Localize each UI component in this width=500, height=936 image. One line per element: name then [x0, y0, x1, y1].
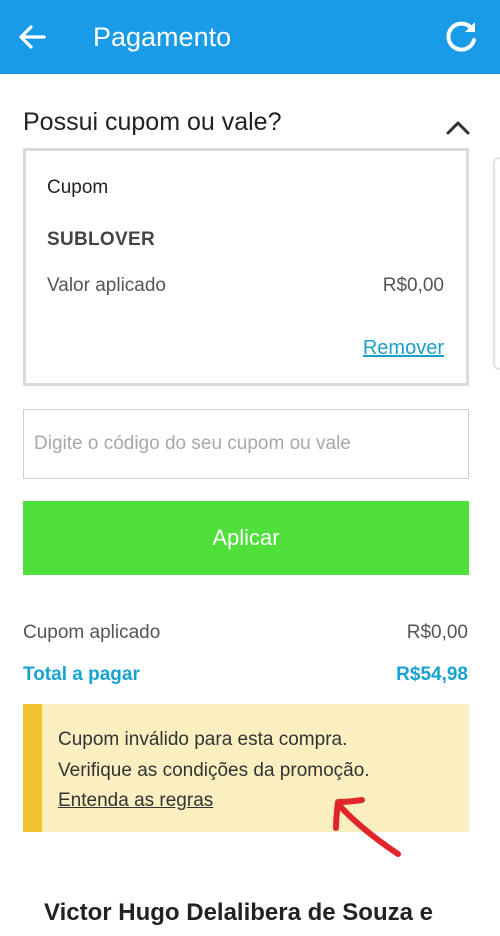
apply-button[interactable]: Aplicar	[23, 501, 469, 575]
coupon-section-title: Possui cupom ou vale?	[23, 108, 282, 136]
total-label: Total a pagar	[23, 664, 140, 685]
coupon-label: Cupom	[47, 177, 109, 198]
applied-value: R$0,00	[382, 275, 444, 296]
coupon-applied-value: R$0,00	[406, 622, 468, 643]
alert-accent-bar	[23, 704, 42, 832]
alert-message-line-2: Verifique as condições da promoção.	[58, 760, 370, 781]
coupon-code: SUBLOVER	[47, 229, 155, 250]
customer-name: Victor Hugo Delalibera de Souza e	[44, 899, 433, 926]
applied-coupon-card: Cupom SUBLOVER Valor aplicado R$0,00 Rem…	[23, 148, 469, 386]
total-value: R$54,98	[396, 664, 468, 685]
next-card-edge	[493, 157, 500, 370]
annotation-arrow-icon	[333, 797, 401, 857]
refresh-icon[interactable]	[441, 17, 481, 57]
applied-value-label: Valor aplicado	[47, 275, 167, 296]
coupon-applied-label: Cupom aplicado	[23, 622, 161, 643]
alert-message-line-1: Cupom inválido para esta compra.	[58, 729, 348, 750]
app-bar: Pagamento	[0, 0, 500, 74]
remove-coupon-link[interactable]: Remover	[363, 337, 444, 360]
rules-link[interactable]: Entenda as regras	[58, 789, 213, 813]
back-arrow-icon[interactable]	[14, 19, 50, 55]
chevron-up-icon[interactable]	[445, 117, 471, 137]
coupon-code-input[interactable]	[23, 409, 469, 479]
page-title: Pagamento	[93, 22, 232, 52]
